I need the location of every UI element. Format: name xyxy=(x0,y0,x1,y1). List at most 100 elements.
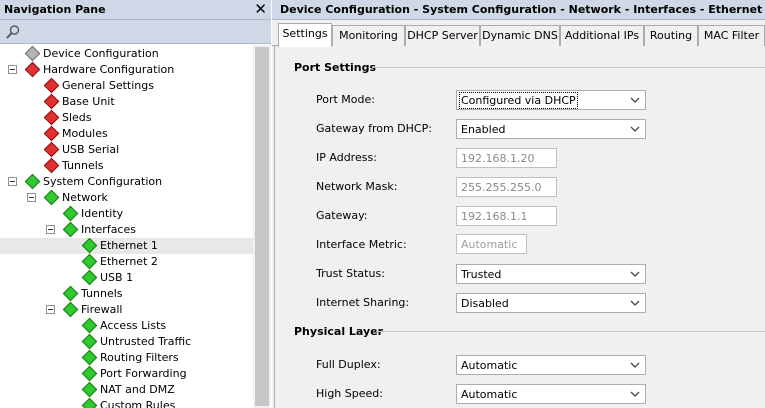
tree-item-label: System Configuration xyxy=(43,175,163,188)
chevron-down-icon xyxy=(630,271,640,277)
status-diamond-icon xyxy=(24,61,41,78)
high-speed-value: Automatic xyxy=(461,388,518,401)
status-diamond-icon xyxy=(62,285,79,302)
tab-dynamic-dns[interactable]: Dynamic DNS xyxy=(480,25,560,46)
tree-item[interactable]: Base Unit xyxy=(0,93,253,110)
status-diamond-icon xyxy=(81,349,98,366)
tree-item-label: Device Configuration xyxy=(43,47,159,60)
tree-item[interactable]: Access Lists xyxy=(0,317,253,334)
high-speed-select[interactable]: Automatic xyxy=(456,384,646,404)
collapse-toggle-icon[interactable] xyxy=(46,305,55,314)
tree-item-label: Identity xyxy=(81,207,124,220)
tab-routing[interactable]: Routing xyxy=(644,25,698,46)
gateway-from-dhcp-value: Enabled xyxy=(461,123,506,136)
tree-item[interactable]: Custom Rules xyxy=(0,397,253,408)
internet-sharing-select[interactable]: Disabled xyxy=(456,293,646,313)
gateway-field[interactable]: 192.168.1.1 xyxy=(456,206,557,226)
tree-scrollbar[interactable] xyxy=(253,45,271,408)
tree-item-label: Base Unit xyxy=(62,95,115,108)
tree-item-label: Ethernet 2 xyxy=(100,255,158,268)
port-settings-title: Port Settings xyxy=(294,61,377,74)
close-icon[interactable]: ✕ xyxy=(254,0,267,18)
chevron-down-icon xyxy=(630,391,640,397)
content-area: Device Configuration - System Configurat… xyxy=(272,0,765,408)
tree-scrollbar-thumb[interactable] xyxy=(255,47,269,406)
navigation-pane-title: Navigation Pane xyxy=(4,3,106,16)
collapse-toggle-icon[interactable] xyxy=(46,225,55,234)
tree-item[interactable]: NAT and DMZ xyxy=(0,381,253,398)
gateway-from-dhcp-select[interactable]: Enabled xyxy=(456,119,646,139)
tree-item-label: Sleds xyxy=(62,111,92,124)
chevron-down-icon xyxy=(630,97,640,103)
internet-sharing-value: Disabled xyxy=(461,297,509,310)
tree-item[interactable]: System Configuration xyxy=(0,173,253,190)
tree-item[interactable]: Untrusted Traffic xyxy=(0,333,253,350)
tree-item[interactable]: General Settings xyxy=(0,77,253,94)
tree-item[interactable]: Firewall xyxy=(0,301,253,318)
tree-item-label: Port Forwarding xyxy=(100,367,187,380)
tree-item[interactable]: Identity xyxy=(0,205,253,222)
tree-item-label: Ethernet 1 xyxy=(100,239,158,252)
tree-item[interactable]: Port Forwarding xyxy=(0,365,253,382)
chevron-down-icon xyxy=(630,126,640,132)
tree-item[interactable]: Tunnels xyxy=(0,157,253,174)
ip-address-field[interactable]: 192.168.1.20 xyxy=(456,148,557,168)
status-diamond-icon xyxy=(43,109,60,126)
content-header: Device Configuration - System Configurat… xyxy=(272,0,765,20)
tree-item[interactable]: USB 1 xyxy=(0,269,253,286)
chevron-down-icon xyxy=(630,362,640,368)
port-mode-select[interactable]: Configured via DHCP xyxy=(456,90,646,110)
trust-status-select[interactable]: Trusted xyxy=(456,264,646,284)
tree-item-label: Modules xyxy=(62,127,108,140)
network-mask-field[interactable]: 255.255.255.0 xyxy=(456,177,557,197)
tab-monitoring[interactable]: Monitoring xyxy=(332,25,405,46)
status-diamond-icon xyxy=(62,301,79,318)
gateway-label: Gateway: xyxy=(316,209,368,222)
status-diamond-icon xyxy=(81,365,98,382)
status-diamond-icon xyxy=(43,125,60,142)
status-diamond-icon xyxy=(62,205,79,222)
tree-item[interactable]: USB Serial xyxy=(0,141,253,158)
trust-status-value: Trusted xyxy=(461,268,502,281)
tree-item[interactable]: Tunnels xyxy=(0,285,253,302)
port-mode-label: Port Mode: xyxy=(316,93,375,106)
tree-item[interactable]: Device Configuration xyxy=(0,45,253,62)
settings-panel: Port Settings Port Mode: Configured via … xyxy=(274,46,765,408)
tab-dhcp-server[interactable]: DHCP Server xyxy=(405,25,480,46)
page-title: Device Configuration - System Configurat… xyxy=(280,3,765,16)
status-diamond-icon xyxy=(81,333,98,350)
tree-item-label: Tunnels xyxy=(81,287,123,300)
tree-item[interactable]: Interfaces xyxy=(0,221,253,238)
trust-status-label: Trust Status: xyxy=(316,267,385,280)
tree-item[interactable]: Ethernet 1 xyxy=(0,237,253,254)
tree-item[interactable]: Network xyxy=(0,189,253,206)
tree-item[interactable]: Routing Filters xyxy=(0,349,253,366)
collapse-toggle-icon[interactable] xyxy=(8,177,17,186)
tree-item[interactable]: Sleds xyxy=(0,109,253,126)
search-icon[interactable] xyxy=(5,24,21,40)
interface-metric-field[interactable]: Automatic xyxy=(456,234,527,254)
tab-additional-ips[interactable]: Additional IPs xyxy=(560,25,644,46)
high-speed-label: High Speed: xyxy=(316,387,383,400)
tree-item-label: Routing Filters xyxy=(100,351,179,364)
navigation-search-bar[interactable] xyxy=(0,20,271,44)
collapse-toggle-icon[interactable] xyxy=(27,193,36,202)
tab-mac-filter[interactable]: MAC Filter xyxy=(698,25,765,46)
collapse-toggle-icon[interactable] xyxy=(8,65,17,74)
tree-item-label: Custom Rules xyxy=(100,399,176,408)
section-divider xyxy=(376,331,765,332)
status-diamond-icon xyxy=(43,77,60,94)
tab-bar: Settings Monitoring DHCP Server Dynamic … xyxy=(272,23,765,47)
status-diamond-icon xyxy=(43,141,60,158)
full-duplex-select[interactable]: Automatic xyxy=(456,355,646,375)
tree-item[interactable]: Ethernet 2 xyxy=(0,253,253,270)
tree-item-label: NAT and DMZ xyxy=(100,383,175,396)
gateway-from-dhcp-label: Gateway from DHCP: xyxy=(316,122,432,135)
tree-item[interactable]: Modules xyxy=(0,125,253,142)
tab-settings[interactable]: Settings xyxy=(278,23,332,47)
status-diamond-icon xyxy=(24,45,41,62)
full-duplex-label: Full Duplex: xyxy=(316,358,381,371)
status-diamond-icon xyxy=(43,93,60,110)
tree-item-label: Network xyxy=(62,191,108,204)
tree-item[interactable]: Hardware Configuration xyxy=(0,61,253,78)
